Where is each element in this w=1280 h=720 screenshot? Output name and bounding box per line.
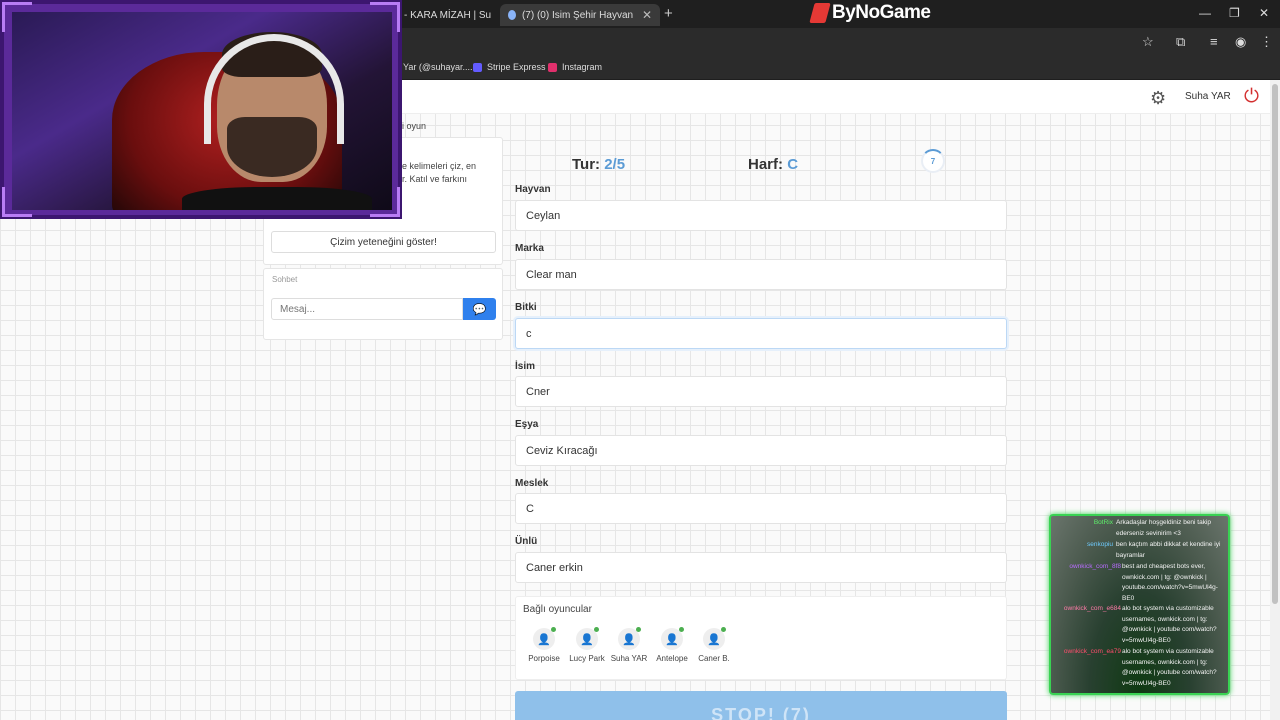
bynogame-logo-icon (809, 3, 831, 23)
chat-message: alo bot system via customizable username… (1122, 648, 1217, 687)
field-input-isim[interactable] (515, 376, 1007, 407)
field-input-unlu[interactable] (515, 552, 1007, 583)
instagram-icon (548, 62, 557, 72)
player-item: 👤 Lucy Park (563, 627, 611, 663)
brand-logo: ByNoGame (809, 2, 931, 24)
letter-indicator: Harf: C (748, 156, 798, 173)
webcam-feed (12, 12, 392, 210)
field-label-isim: İsim (515, 361, 536, 372)
frame-corner (2, 2, 32, 32)
chat-message: ben kaçtım abbi dikkat et kendine iyi ba… (1116, 541, 1221, 559)
chat-message: Arkadaşlar hoşgeldiniz beni takip ederse… (1116, 519, 1212, 537)
star-icon[interactable]: ☆ (1142, 34, 1154, 50)
player-name: Antelope (656, 654, 688, 663)
new-tab-icon[interactable]: + (664, 5, 673, 22)
field-input-esya[interactable] (515, 435, 1007, 466)
countdown-timer: 7 (921, 149, 945, 173)
user-icon: 👤 (703, 627, 726, 650)
player-name: Caner B. (698, 654, 730, 663)
user-icon: 👤 (618, 627, 641, 650)
stream-chat-overlay: BotRix Arkadaşlar hoşgeldiniz beni takip… (1049, 514, 1230, 695)
online-status-icon (636, 627, 641, 632)
media-icon[interactable]: ≡ (1210, 34, 1218, 49)
game-description: i oyun (402, 121, 427, 131)
tab-title: - KARA MİZAH | Su (404, 9, 492, 21)
extensions-icon[interactable]: ⧉ (1176, 34, 1185, 50)
player-item: 👤 Antelope (648, 627, 696, 663)
menu-icon[interactable]: ⋮ (1260, 34, 1273, 50)
stop-button[interactable]: STOP! (7) (515, 691, 1007, 720)
field-label-marka: Marka (515, 243, 544, 254)
webcam-overlay (0, 0, 402, 219)
send-message-button[interactable]: 💬 (463, 298, 496, 320)
frame-corner (2, 187, 32, 217)
bookmark-instagram[interactable]: Instagram (548, 62, 602, 72)
round-indicator: Tur: 2/5 (572, 156, 625, 173)
player-name: Lucy Park (569, 654, 605, 663)
maximize-icon[interactable]: ❐ (1229, 6, 1240, 20)
user-icon: 👤 (661, 627, 684, 650)
player-name: Suha YAR (610, 654, 648, 663)
bookmark-twitter[interactable]: Yar (@suhayar.... (403, 62, 473, 72)
field-input-meslek[interactable] (515, 493, 1007, 524)
field-input-bitki[interactable] (515, 318, 1007, 349)
chat-message: alo bot system via customizable username… (1122, 605, 1217, 644)
brand-name: ByNoGame (832, 2, 931, 23)
player-item: 👤 Porpoise (520, 627, 568, 663)
game-description: e kelimeleri çiz, en (402, 161, 477, 171)
chat-input[interactable] (271, 298, 463, 320)
online-status-icon (594, 627, 599, 632)
minimize-icon[interactable]: — (1199, 6, 1211, 20)
gear-icon[interactable]: ⚙ (1150, 88, 1166, 109)
chat-username: BotRix (1093, 519, 1113, 526)
user-icon: 👤 (533, 627, 556, 650)
field-label-esya: Eşya (515, 419, 539, 430)
chat-username: ownkick_com_e684 (1063, 605, 1121, 612)
chat-username: senkopiu (1086, 541, 1113, 548)
letter-value: C (787, 156, 799, 173)
online-status-icon (721, 627, 726, 632)
field-label-unlu: Ünlü (515, 536, 538, 547)
close-tab-icon[interactable]: ✕ (642, 8, 652, 22)
online-status-icon (551, 627, 556, 632)
frame-corner (370, 2, 400, 32)
username-label[interactable]: Suha YAR (1185, 91, 1231, 102)
draw-skill-button[interactable]: Çizim yeteneğini göster! (271, 231, 496, 253)
player-item: 👤 Suha YAR (605, 627, 653, 663)
field-input-marka[interactable] (515, 259, 1007, 290)
player-item: 👤 Caner B. (690, 627, 738, 663)
online-status-icon (679, 627, 684, 632)
profile-icon[interactable]: ◉ (1235, 34, 1246, 50)
tab-title: (7) (0) İsim Şehir Hayvan oyunu (521, 9, 634, 21)
field-label-meslek: Meslek (515, 478, 549, 489)
power-icon[interactable]: ⏻ (1244, 86, 1259, 108)
round-value: 2/5 (604, 156, 626, 173)
players-title: Bağlı oyuncular (523, 604, 592, 615)
field-input-hayvan[interactable] (515, 200, 1007, 231)
streamer-shirt-shape (182, 187, 372, 210)
bookmark-stripe[interactable]: Stripe Express (473, 62, 546, 72)
chat-username: ownkick_com_8f8 (1069, 563, 1121, 570)
chat-username: ownkick_com_ea79 (1063, 648, 1121, 655)
chat-message: best and cheapest bots ever, ownkick.com… (1122, 563, 1218, 602)
game-description: r. Katıl ve farkını (402, 174, 468, 184)
stripe-icon (473, 62, 482, 72)
bookmark-label: Instagram (562, 62, 603, 72)
player-name: Porpoise (528, 654, 560, 663)
globe-icon (508, 10, 516, 20)
bookmark-label: Yar (@suhayar.... (403, 62, 473, 72)
field-label-hayvan: Hayvan (515, 184, 551, 195)
chat-bubble-icon: 💬 (472, 303, 487, 316)
browser-tab[interactable]: - KARA MİZAH | Su ✕ (396, 4, 517, 26)
letter-label: Harf: (748, 156, 784, 173)
user-icon: 👤 (576, 627, 599, 650)
browser-tab-active[interactable]: (7) (0) İsim Şehir Hayvan oyunu ✕ (500, 4, 660, 26)
field-label-bitki: Bitki (515, 302, 537, 313)
close-window-icon[interactable]: ✕ (1259, 6, 1269, 20)
bookmark-label: Stripe Express (487, 62, 546, 72)
chat-title: Sohbet (272, 275, 298, 284)
scrollbar-thumb[interactable] (1272, 84, 1278, 604)
frame-corner (370, 187, 400, 217)
round-label: Tur: (572, 156, 601, 173)
